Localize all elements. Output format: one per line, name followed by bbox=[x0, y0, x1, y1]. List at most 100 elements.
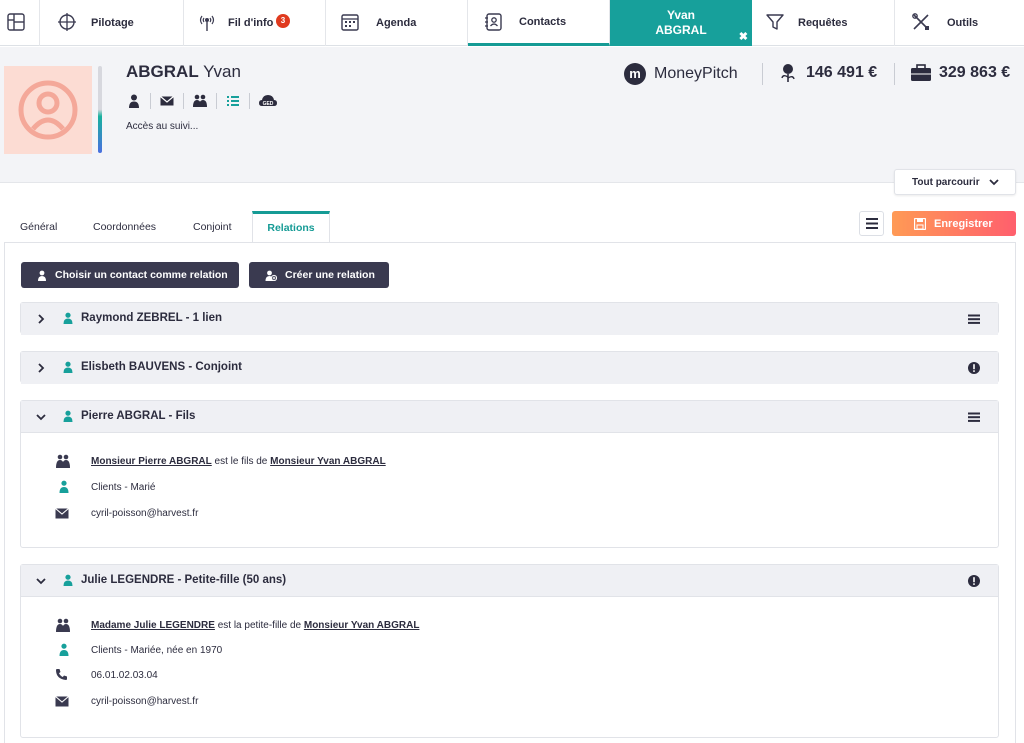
family-icon[interactable] bbox=[192, 93, 208, 109]
hamburger-icon[interactable] bbox=[967, 312, 981, 326]
relation-title: Raymond ZEBREL - 1 lien bbox=[81, 312, 223, 324]
relation-email[interactable]: cyril-poisson@harvest.fr bbox=[91, 508, 198, 519]
nav-contacts-label: Contacts bbox=[519, 15, 567, 28]
person-icon bbox=[38, 270, 46, 281]
contact-last-name: ABGRAL bbox=[126, 62, 199, 81]
tab-conjoint[interactable]: Conjoint bbox=[193, 211, 232, 243]
tools-icon bbox=[912, 13, 929, 30]
relation-title: Julie LEGENDRE - Petite-fille (50 ans) bbox=[81, 574, 287, 586]
mail-icon bbox=[55, 696, 69, 707]
relation-status: Clients - Marié bbox=[91, 482, 156, 493]
person-link[interactable]: Monsieur Yvan ABGRAL bbox=[304, 620, 420, 631]
nav-outils-label: Outils bbox=[947, 17, 979, 29]
nav-agenda[interactable]: Agenda bbox=[326, 0, 468, 46]
mail-icon[interactable] bbox=[159, 93, 175, 109]
hamburger-icon bbox=[865, 218, 878, 229]
nav-pilotage[interactable]: Pilotage bbox=[40, 0, 184, 46]
contact-tab-first-name: Yvan bbox=[666, 8, 696, 22]
choose-contact-label: Choisir un contact comme relation bbox=[55, 269, 228, 281]
nav-requetes[interactable]: Requêtes bbox=[752, 0, 895, 46]
family-icon bbox=[56, 618, 70, 632]
relation-header[interactable]: Raymond ZEBREL - 1 lien bbox=[21, 303, 998, 335]
hamburger-icon[interactable] bbox=[967, 410, 981, 424]
relation-verb: est le fils de bbox=[211, 456, 271, 467]
relation-phone[interactable]: 06.01.02.03.04 bbox=[91, 670, 158, 681]
contact-name: ABGRAL Yvan bbox=[126, 62, 241, 82]
crosshair-icon bbox=[58, 13, 76, 31]
chevron-right-icon[interactable] bbox=[35, 362, 47, 374]
contact-first-name: Yvan bbox=[203, 62, 241, 81]
ged-label: GED bbox=[263, 101, 274, 107]
options-menu-button[interactable] bbox=[859, 211, 884, 236]
nav-pilotage-label: Pilotage bbox=[91, 17, 134, 29]
person-icon[interactable] bbox=[126, 93, 142, 109]
relation-header[interactable]: Elisbeth BAUVENS - Conjoint bbox=[21, 352, 998, 384]
antenna-icon bbox=[199, 15, 215, 31]
create-relation-label: Créer une relation bbox=[285, 269, 375, 281]
relation-item: Pierre ABGRAL - Fils Monsieur Pierre ABG… bbox=[20, 400, 999, 548]
ged-icon[interactable]: GED bbox=[258, 93, 278, 109]
acces-suivi-link[interactable]: Accès au suivi... bbox=[126, 121, 198, 132]
person-icon bbox=[63, 410, 73, 422]
relation-verb: est la petite-fille de bbox=[214, 620, 304, 631]
mail-icon bbox=[55, 508, 69, 519]
dashboard-icon bbox=[7, 13, 25, 31]
person-icon bbox=[59, 480, 69, 493]
relation-email[interactable]: cyril-poisson@harvest.fr bbox=[91, 696, 198, 707]
user-avatar-icon bbox=[18, 80, 78, 140]
tab-coordonnees[interactable]: Coordonnées bbox=[93, 211, 156, 243]
relation-header[interactable]: Pierre ABGRAL - Fils bbox=[21, 401, 998, 433]
relation-header[interactable]: Julie LEGENDRE - Petite-fille (50 ans) bbox=[21, 565, 998, 597]
chevron-down-icon bbox=[988, 179, 999, 186]
nav-requetes-label: Requêtes bbox=[798, 17, 848, 29]
relation-title: Elisbeth BAUVENS - Conjoint bbox=[81, 361, 242, 373]
close-tab-icon[interactable]: ✖ bbox=[739, 30, 748, 45]
relation-status: Clients - Mariée, née en 1970 bbox=[91, 645, 223, 656]
relation-item: Raymond ZEBREL - 1 lien bbox=[20, 302, 999, 335]
person-icon bbox=[59, 643, 69, 656]
person-icon bbox=[63, 312, 73, 324]
phone-icon bbox=[56, 669, 67, 680]
chevron-right-icon[interactable] bbox=[35, 313, 47, 325]
contact-icon-toolbar: GED bbox=[126, 92, 278, 110]
contact-tab-yvan-abgral[interactable]: Yvan ABGRAL ✖ bbox=[610, 0, 752, 46]
money-plant-icon bbox=[781, 64, 795, 82]
create-relation-button[interactable]: Créer une relation bbox=[249, 262, 389, 288]
nav-dashboard[interactable] bbox=[0, 0, 40, 46]
avatar bbox=[4, 66, 92, 154]
person-link[interactable]: Madame Julie LEGENDRE bbox=[91, 620, 215, 631]
nav-fil-info[interactable]: Fil d'info bbox=[184, 0, 326, 46]
relation-item: Elisbeth BAUVENS - Conjoint bbox=[20, 351, 999, 384]
nav-contacts[interactable]: Contacts bbox=[468, 0, 610, 46]
add-person-icon bbox=[265, 270, 277, 281]
save-label: Enregistrer bbox=[934, 217, 993, 230]
person-link[interactable]: Monsieur Pierre ABGRAL bbox=[91, 456, 212, 467]
contact-header: ABGRAL Yvan GED Accès au suivi... m Mone… bbox=[0, 47, 1024, 183]
alert-icon[interactable] bbox=[967, 361, 981, 375]
nav-fil-info-label: Fil d'info bbox=[228, 17, 274, 29]
person-link[interactable]: Monsieur Yvan ABGRAL bbox=[270, 456, 386, 467]
relation-item: Julie LEGENDRE - Petite-fille (50 ans) M… bbox=[20, 564, 999, 738]
tab-relations[interactable]: Relations bbox=[252, 211, 330, 243]
nav-outils[interactable]: Outils bbox=[895, 0, 1024, 46]
notification-badge: 3 bbox=[276, 14, 290, 28]
patrimoine-amount: 146 491 € bbox=[806, 64, 878, 81]
family-icon bbox=[56, 454, 70, 468]
chevron-down-icon[interactable] bbox=[35, 411, 47, 423]
chevron-down-icon[interactable] bbox=[35, 575, 47, 587]
list-icon[interactable] bbox=[225, 93, 241, 109]
tout-parcourir-dropdown[interactable]: Tout parcourir bbox=[894, 169, 1016, 195]
top-navigation: Pilotage Fil d'info 3 Agenda Contacts Yv… bbox=[0, 0, 1024, 46]
tab-general[interactable]: Général bbox=[20, 211, 57, 243]
person-icon bbox=[63, 361, 73, 373]
contact-tab-last-name: ABGRAL bbox=[655, 23, 707, 37]
alert-icon[interactable] bbox=[967, 574, 981, 588]
relation-title: Pierre ABGRAL - Fils bbox=[81, 410, 196, 422]
filter-icon bbox=[766, 14, 784, 30]
progress-accent-bar bbox=[98, 66, 102, 153]
contacts-book-icon bbox=[485, 13, 502, 31]
tout-parcourir-label: Tout parcourir bbox=[912, 176, 980, 188]
choose-contact-relation-button[interactable]: Choisir un contact comme relation bbox=[21, 262, 239, 288]
moneypitch-logo-icon: m bbox=[624, 63, 646, 85]
save-button[interactable]: Enregistrer bbox=[892, 211, 1016, 236]
